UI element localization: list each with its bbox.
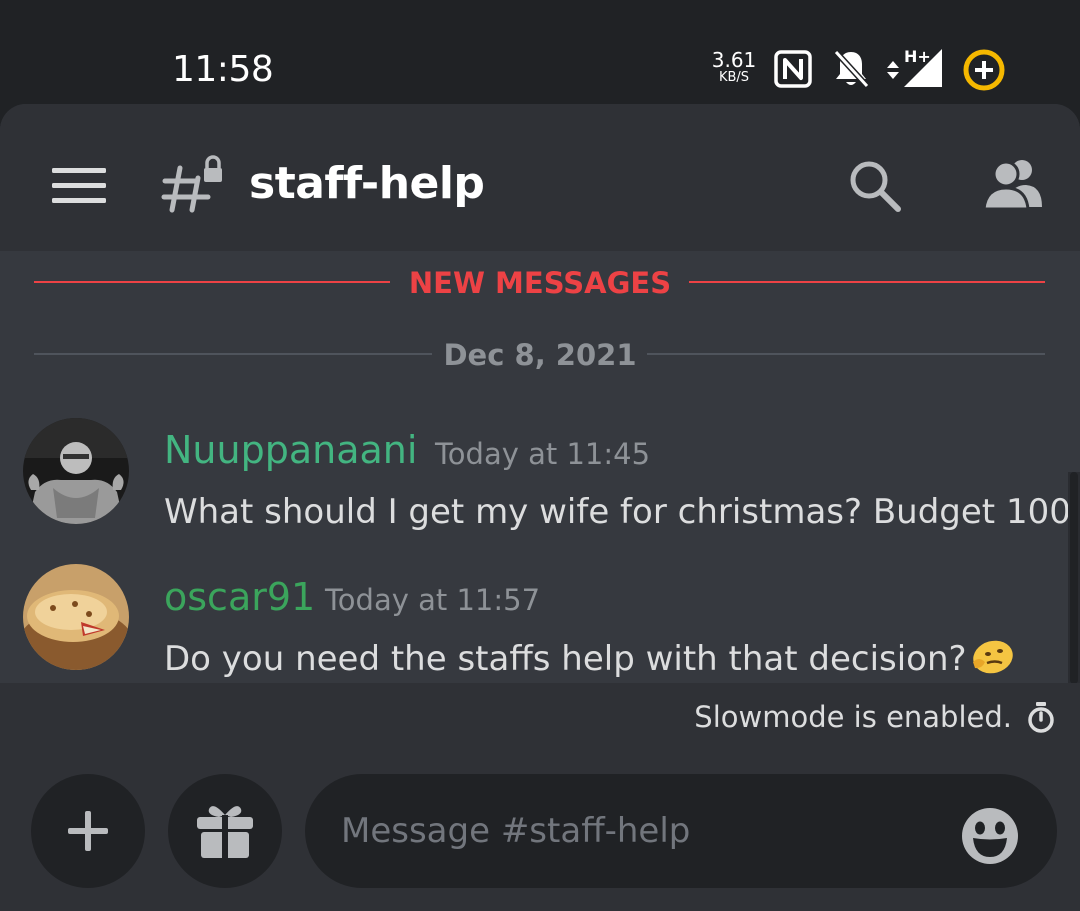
- gift-icon: [197, 806, 253, 859]
- add-attachment-button[interactable]: [31, 774, 145, 888]
- locked-channel-icon: [161, 155, 222, 213]
- scrollbar-thumb[interactable]: [1070, 472, 1078, 684]
- avatar-image: [23, 564, 129, 670]
- plus-icon: [68, 811, 108, 851]
- message-author[interactable]: Nuuppanaani: [164, 427, 417, 473]
- avatar-image: [23, 418, 129, 524]
- slowmode-banner: Slowmode is enabled.: [0, 683, 1080, 751]
- message-timestamp: Today at 11:57: [325, 583, 541, 617]
- channel-title: staff-help: [249, 158, 485, 209]
- network-speed-value: 3.61: [711, 48, 757, 72]
- message-content: Do you need the staffs help with that de…: [164, 636, 1015, 681]
- message-text: Do you need the staffs help with that de…: [164, 639, 967, 679]
- network-speed: 3.61 KB/S: [710, 50, 758, 84]
- date-line-left: [34, 353, 432, 355]
- search-icon[interactable]: [848, 159, 902, 213]
- message-author[interactable]: oscar91: [164, 574, 315, 620]
- network-speed-unit: KB/S: [718, 70, 750, 85]
- chat-window: staff-help NEW MESSAGES Dec 8, 2021 Nuup…: [0, 104, 1080, 911]
- signal-icon: H+: [887, 47, 942, 87]
- new-messages-line-right: [689, 281, 1045, 283]
- channel-header: staff-help: [0, 104, 1080, 251]
- battery-saver-icon: [963, 49, 1005, 91]
- new-messages-divider: NEW MESSAGES: [408, 266, 672, 300]
- thinking-emoji: [972, 640, 1013, 674]
- status-bar: 11:58 3.61 KB/S H+: [0, 0, 1080, 104]
- new-messages-line-left: [34, 281, 390, 283]
- timer-icon: [1028, 702, 1054, 733]
- menu-icon[interactable]: [52, 166, 106, 206]
- message-input[interactable]: [305, 774, 1057, 888]
- emoji-picker-icon[interactable]: [961, 807, 1019, 865]
- members-icon[interactable]: [982, 157, 1044, 209]
- date-divider: Dec 8, 2021: [443, 338, 637, 372]
- avatar[interactable]: [23, 564, 129, 670]
- status-time: 11:58: [172, 49, 274, 90]
- network-type-label: H+: [904, 47, 931, 66]
- message-composer: [0, 751, 1080, 911]
- date-line-right: [647, 353, 1045, 355]
- avatar[interactable]: [23, 418, 129, 524]
- message-timestamp: Today at 11:45: [435, 437, 651, 471]
- notifications-off-icon: [833, 49, 870, 89]
- gift-button[interactable]: [168, 774, 282, 888]
- message-content: What should I get my wife for christmas?…: [164, 492, 1080, 532]
- slowmode-label: Slowmode is enabled.: [694, 700, 1012, 734]
- nfc-icon: [774, 50, 812, 88]
